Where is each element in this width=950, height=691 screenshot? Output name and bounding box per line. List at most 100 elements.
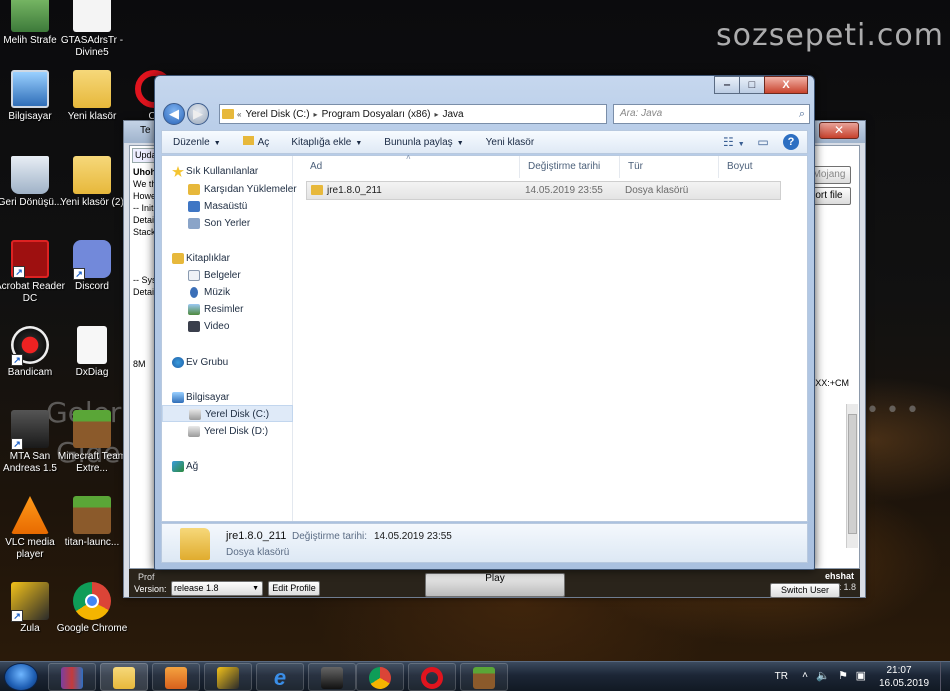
taskbar-minecraft[interactable] <box>460 663 508 691</box>
desktop-icon-yeni-klasor-2[interactable]: Yeni klasör (2) <box>56 156 128 209</box>
taskbar-ie[interactable]: e <box>256 663 304 691</box>
chevron-down-icon: ▼ <box>213 139 221 147</box>
search-input[interactable]: Ara: Java ⌕ <box>613 104 810 124</box>
organize-button[interactable]: Düzenle ▼ <box>162 137 232 148</box>
column-header-name[interactable]: Ad <box>302 156 520 178</box>
maximize-button[interactable]: □ <box>739 76 765 94</box>
nav-label: Müzik <box>204 287 231 298</box>
nav-desktop[interactable]: Masaüstü <box>162 198 293 215</box>
nav-video[interactable]: Video <box>162 318 293 335</box>
breadcrumb-java[interactable]: Java <box>443 109 464 120</box>
new-folder-button[interactable]: Yeni klasör <box>475 137 546 148</box>
overflow-chevron-icon[interactable]: « <box>237 110 241 119</box>
volume-icon[interactable]: 🔈 <box>816 669 830 682</box>
open-button[interactable]: Aç <box>232 136 281 148</box>
share-label: Bununla paylaş <box>384 136 453 148</box>
view-options-icon[interactable]: ☷ ▼ <box>723 135 745 149</box>
taskbar-mta[interactable] <box>308 663 356 691</box>
pictures-icon <box>188 304 200 315</box>
show-desktop-button[interactable] <box>940 662 950 691</box>
flag-icon[interactable]: ⚑ <box>838 669 848 682</box>
launcher-close-button[interactable]: ✕ <box>819 122 859 139</box>
breadcrumb-drive-c[interactable]: Yerel Disk (C:) <box>245 109 309 120</box>
play-button[interactable]: Play <box>425 573 565 597</box>
add-library-label: Kitaplığa ekle <box>291 136 352 148</box>
nav-label: Ağ <box>186 461 199 472</box>
nav-drive-d[interactable]: Yerel Disk (D:) <box>162 423 293 440</box>
language-indicator[interactable]: TR <box>775 671 788 682</box>
media-player-icon <box>165 667 187 689</box>
launcher-scrollbar[interactable] <box>846 404 858 548</box>
desktop-icon-chrome[interactable]: Google Chrome <box>56 582 128 635</box>
share-with-button[interactable]: Bununla paylaş ▼ <box>373 137 474 148</box>
network-icon[interactable]: ▣ <box>856 669 866 682</box>
taskbar-winrar[interactable] <box>48 663 96 691</box>
taskbar-chrome[interactable] <box>356 663 404 691</box>
nav-homegroup[interactable]: Ev Grubu <box>162 354 293 371</box>
desktop-icon-dxdiag[interactable]: DxDiag <box>56 326 128 379</box>
nav-libraries[interactable]: Kitaplıklar <box>162 250 293 267</box>
launcher-title: Te <box>140 125 151 136</box>
start-button[interactable] <box>4 663 38 691</box>
breadcrumb-program-files[interactable]: Program Dosyaları (x86) <box>322 109 431 120</box>
breadcrumb-separator-icon[interactable]: ▸ <box>314 110 318 119</box>
launcher-footer: Prof Version: release 1.8 ▼ Edit Profile… <box>129 569 860 598</box>
nav-pictures[interactable]: Resimler <box>162 301 293 318</box>
back-arrow-icon[interactable]: ◀ <box>163 103 185 125</box>
open-label: Aç <box>257 137 270 148</box>
drive-icon <box>189 409 201 420</box>
preview-pane-icon[interactable]: ▭ <box>753 135 773 149</box>
explorer-icon <box>113 667 135 689</box>
edit-profile-button[interactable]: Edit Profile <box>268 581 320 596</box>
recycle-bin-icon <box>11 156 49 194</box>
help-icon[interactable]: ? <box>783 134 799 150</box>
search-icon[interactable]: ⌕ <box>799 105 805 123</box>
column-header-modified[interactable]: Değiştirme tarihi <box>520 156 620 178</box>
desktop-icon-gtasadrs[interactable]: GTASAdrsTr - Divine5 <box>56 0 128 59</box>
video-icon <box>188 321 200 332</box>
breadcrumb-separator-icon[interactable]: ▸ <box>434 110 438 119</box>
nav-drive-c[interactable]: Yerel Disk (C:) <box>162 405 293 422</box>
brand-line-1: ehshat <box>824 571 854 581</box>
desktop-icon-minecraft-team[interactable]: Minecraft Team Extre... <box>56 410 128 475</box>
scrollbar-thumb[interactable] <box>848 414 857 534</box>
nav-network[interactable]: Ağ <box>162 458 293 475</box>
chevron-up-icon[interactable]: ˄ <box>802 670 808 681</box>
add-to-library-button[interactable]: Kitaplığa ekle ▼ <box>280 137 373 148</box>
table-row[interactable]: jre1.8.0_211 14.05.2019 23:55 Dosya klas… <box>306 181 781 200</box>
forward-arrow-icon[interactable]: ▶ <box>187 103 209 125</box>
taskbar-zula[interactable] <box>204 663 252 691</box>
nav-computer[interactable]: Bilgisayar <box>162 389 293 406</box>
minecraft-icon <box>473 667 495 689</box>
taskbar-media-player[interactable] <box>152 663 200 691</box>
nav-favorites[interactable]: Sık Kullanılanlar <box>162 163 293 180</box>
details-type: Dosya klasörü <box>226 547 290 558</box>
details-modified-value: 14.05.2019 23:55 <box>374 531 452 542</box>
nav-documents[interactable]: Belgeler <box>162 267 293 284</box>
navigation-row: ◀ ▶ « Yerel Disk (C:) ▸ Program Dosyalar… <box>161 102 810 126</box>
minecraft-icon <box>73 496 111 534</box>
clock-date[interactable]: 16.05.2019 <box>872 678 936 689</box>
desktop-icon-titan-launcher[interactable]: titan-launc... <box>56 496 128 549</box>
column-header-type[interactable]: Tür <box>620 156 719 178</box>
version-select[interactable]: release 1.8 ▼ <box>171 581 263 596</box>
address-bar[interactable]: « Yerel Disk (C:) ▸ Program Dosyaları (x… <box>219 104 607 124</box>
file-modified: 14.05.2019 23:55 <box>525 185 603 196</box>
taskbar-opera[interactable] <box>408 663 456 691</box>
nav-downloads[interactable]: Karşıdan Yüklemeler <box>162 181 297 198</box>
taskbar-explorer[interactable] <box>100 663 148 691</box>
clock-time[interactable]: 21:07 <box>872 665 926 676</box>
window-controls: ‒ □ X <box>714 76 808 94</box>
desktop-icon-discord[interactable]: ↗ Discord <box>56 240 128 293</box>
column-header-size[interactable]: Boyut <box>719 156 781 178</box>
chevron-down-icon: ▼ <box>252 585 259 592</box>
version-label: Version: <box>134 584 167 594</box>
switch-user-button[interactable]: Switch User <box>770 583 840 598</box>
details-pane: jre1.8.0_211 Değiştirme tarihi: 14.05.20… <box>161 523 808 563</box>
nav-music[interactable]: Müzik <box>162 284 293 301</box>
explorer-window[interactable]: ‒ □ X ◀ ▶ « Yerel Disk (C:) ▸ Program Do… <box>154 75 815 570</box>
close-button[interactable]: X <box>764 76 808 94</box>
file-list[interactable]: ˄ Ad Değiştirme tarihi Tür Boyut jre1.8.… <box>294 153 807 521</box>
minimize-button[interactable]: ‒ <box>714 76 740 94</box>
nav-recent[interactable]: Son Yerler <box>162 215 293 232</box>
